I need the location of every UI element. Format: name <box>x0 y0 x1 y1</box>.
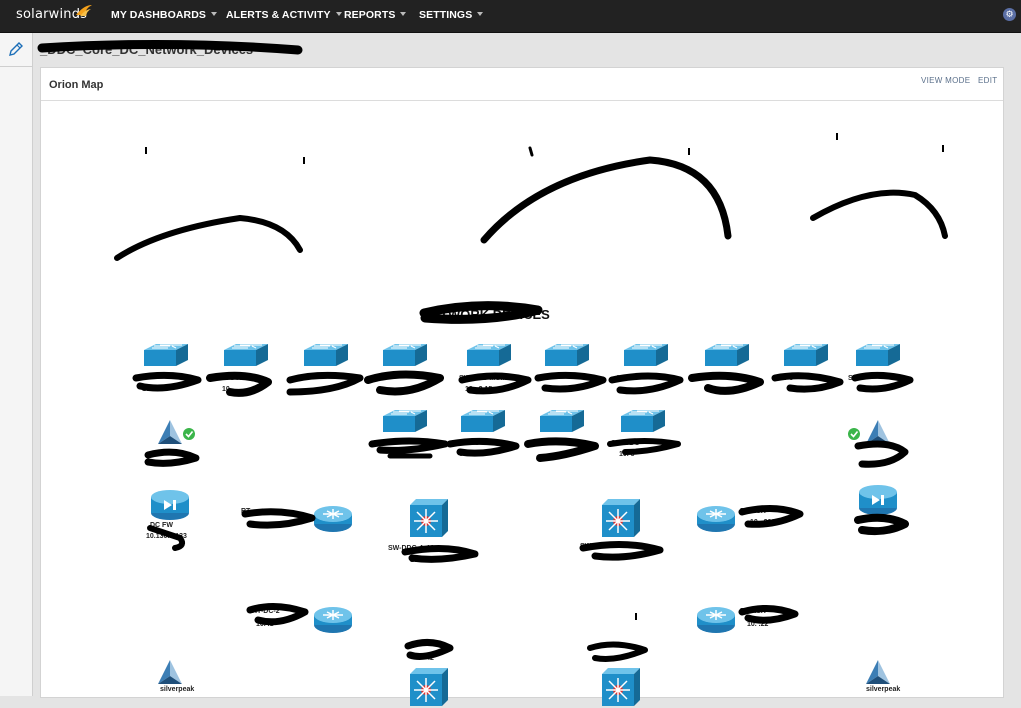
switch-icon[interactable] <box>703 342 751 368</box>
core-switch-label: -2 <box>598 643 605 650</box>
switch-icon[interactable] <box>782 342 830 368</box>
core-switch-icon[interactable] <box>600 497 642 539</box>
switch-sublabel: 16 <box>142 386 150 393</box>
nav-alerts-activity[interactable]: ALERTS & ACTIVITY <box>226 9 342 21</box>
left-edit-rail <box>0 33 33 696</box>
silverpeak-label: silverpeak <box>866 686 901 693</box>
router-label: RT ASR <box>740 608 766 615</box>
orion-map-panel: Orion Map VIEW MODE EDIT <box>40 67 1004 698</box>
map-heading: NETWORK DEVICES <box>422 307 550 322</box>
pencil-edit-icon[interactable] <box>6 39 26 59</box>
silverpeak-label: silverpeak <box>160 686 195 693</box>
top-navigation-bar: solarwinds MY DASHBOARDS ALERTS & ACTIVI… <box>0 0 1021 33</box>
switch-label: W DC A 55-1 <box>216 375 258 382</box>
status-ok-icon[interactable] <box>848 428 860 440</box>
core-switch-icon[interactable] <box>600 666 642 708</box>
edit-link[interactable]: EDIT <box>978 76 997 85</box>
switch-icon[interactable] <box>622 342 670 368</box>
core-switch-sublabel: 10. 1.2 <box>410 557 432 564</box>
switch-icon[interactable] <box>302 342 350 368</box>
nav-my-dashboards[interactable]: MY DASHBOARDS <box>111 9 218 21</box>
router-icon[interactable] <box>313 502 353 534</box>
switch-icon[interactable] <box>381 342 429 368</box>
switch-icon[interactable] <box>538 408 586 434</box>
rail-divider <box>0 66 32 67</box>
switch-icon[interactable] <box>619 408 667 434</box>
panel-title: Orion Map <box>49 79 104 91</box>
router-label: RT ASR <box>740 508 766 515</box>
switch-icon[interactable] <box>543 342 591 368</box>
switch-icon[interactable] <box>142 342 190 368</box>
firewall-sublabel: 10.130.1.133 <box>146 533 187 540</box>
settings-gear-icon[interactable]: ⚙ <box>1003 8 1016 21</box>
switch-label: SW <box>848 375 860 382</box>
view-mode-link[interactable]: VIEW MODE <box>921 76 970 85</box>
caret-down-icon <box>400 12 407 16</box>
core-switch-icon[interactable] <box>408 666 450 708</box>
switch-icon[interactable] <box>854 342 902 368</box>
core-switch-label: SW-DDC-A-10 <box>388 545 435 552</box>
core-switch-icon[interactable] <box>408 497 450 539</box>
caret-down-icon <box>477 12 484 16</box>
core-switch-label: -1 <box>408 643 415 650</box>
switch-label: SW 3 <box>776 375 794 382</box>
switch-label: SW MGMT <box>530 440 565 447</box>
caret-down-icon <box>335 12 342 16</box>
silverpeak-icon[interactable] <box>858 418 898 448</box>
firewall-label: DC FW <box>150 522 173 529</box>
router-icon[interactable] <box>313 603 353 635</box>
router-icon[interactable] <box>696 603 736 635</box>
switch-label: SW DDC <box>451 440 480 447</box>
router-sublabel: 10. .209 <box>750 519 776 526</box>
page-title: _DDC_Core_DC_Network_Devices <box>40 42 254 57</box>
router-label: RT <box>241 508 251 515</box>
switch-label: SW <box>373 440 385 447</box>
firewall-icon[interactable] <box>858 482 898 516</box>
panel-header: Orion Map VIEW MODE EDIT <box>41 68 1003 101</box>
nav-settings[interactable]: SETTINGS <box>419 9 484 21</box>
router-sublabel: 10. .22 <box>747 621 769 628</box>
router-sublabel: 10. .1 <box>256 621 274 628</box>
switch-sublabel: 10. 5 <box>619 451 635 458</box>
silverpeak-icon[interactable] <box>150 658 190 688</box>
switch-label: SW- <box>136 375 150 382</box>
switch-label: 120.2 <box>616 375 634 382</box>
switch-icon[interactable] <box>381 408 429 434</box>
solarwinds-flame-icon <box>76 5 92 16</box>
caret-down-icon <box>211 12 218 16</box>
router-icon[interactable] <box>696 502 736 534</box>
router-label: RT-DC-2 <box>252 608 280 615</box>
core-switch-label: SW CK Core2 <box>580 543 626 550</box>
switch-label: SW DDC <box>611 440 640 447</box>
status-ok-icon[interactable] <box>183 428 195 440</box>
switch-icon[interactable] <box>222 342 270 368</box>
switch-label: A4 <box>537 375 546 382</box>
switch-label: SW DDC MGMT A2 <box>459 375 522 382</box>
switch-sublabel: 10 <box>222 386 230 393</box>
core-switch-sublabel: 10. 1.3 <box>600 555 622 562</box>
firewall-icon[interactable] <box>150 487 190 521</box>
nav-reports[interactable]: REPORTS <box>344 9 407 21</box>
switch-icon[interactable] <box>459 408 507 434</box>
silverpeak-icon[interactable] <box>858 658 898 688</box>
core-switch-sublabel: .2 <box>428 655 434 662</box>
switch-icon[interactable] <box>465 342 513 368</box>
switch-sublabel: 10. .2.15 <box>465 386 493 393</box>
switch-sublabel: 10 <box>543 386 551 393</box>
switch-sublabel: 6 <box>459 451 463 458</box>
